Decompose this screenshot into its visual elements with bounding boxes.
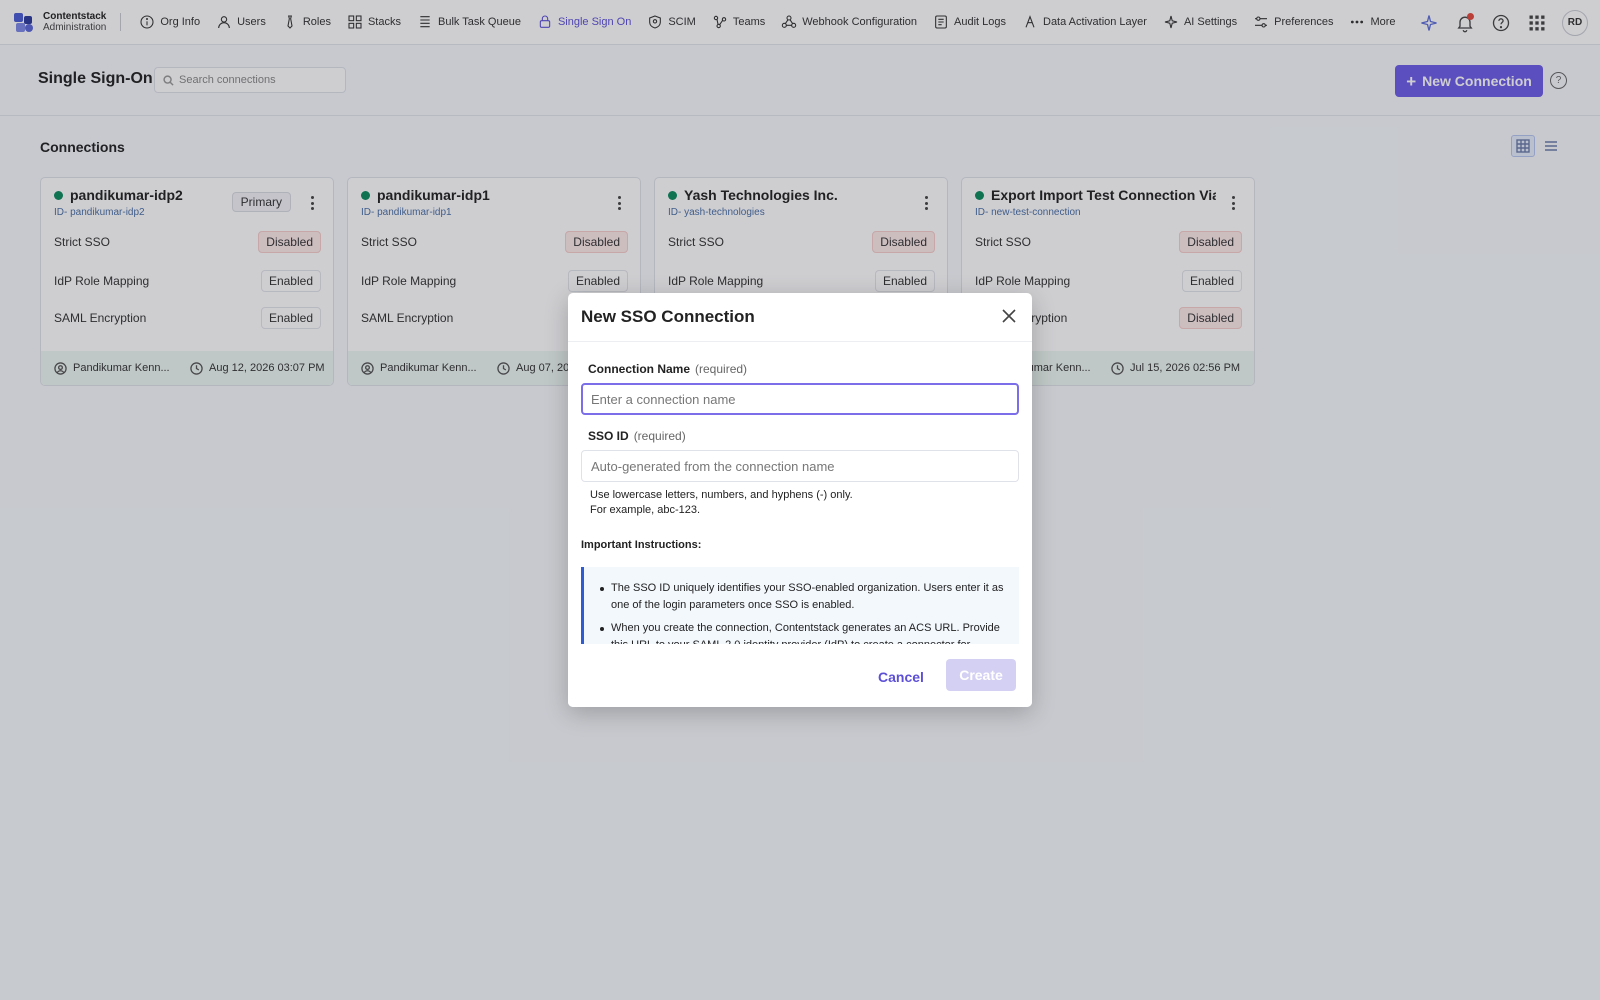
sso-id-input[interactable] (581, 450, 1019, 482)
sso-id-label: SSO ID (required) (588, 429, 686, 443)
instruction-item: When you create the connection, Contents… (600, 620, 1007, 644)
connection-name-input[interactable] (581, 383, 1019, 415)
sso-id-hint: Use lowercase letters, numbers, and hyph… (590, 488, 853, 518)
modal-footer: Cancel Create (568, 651, 1032, 707)
sso-id-label-text: SSO ID (588, 429, 629, 443)
create-button[interactable]: Create (946, 659, 1016, 691)
required-marker: (required) (633, 429, 686, 443)
close-icon (1002, 309, 1016, 323)
connection-name-label: Connection Name (required) (588, 362, 747, 376)
cancel-button[interactable]: Cancel (868, 661, 934, 693)
close-button[interactable] (1000, 307, 1018, 325)
instructions-title: Important Instructions: (581, 539, 702, 551)
instruction-item: The SSO ID uniquely identifies your SSO-… (600, 580, 1007, 614)
required-marker: (required) (695, 362, 748, 376)
modal-title: New SSO Connection (581, 307, 755, 326)
hint-line-2: For example, abc-123. (590, 504, 701, 516)
connection-name-label-text: Connection Name (588, 362, 691, 376)
new-sso-connection-modal: New SSO Connection Connection Name (requi… (568, 293, 1032, 707)
modal-header: New SSO Connection (568, 293, 1032, 342)
instructions-list: The SSO ID uniquely identifies your SSO-… (600, 580, 1007, 644)
instructions-box[interactable]: The SSO ID uniquely identifies your SSO-… (581, 567, 1019, 644)
hint-line-1: Use lowercase letters, numbers, and hyph… (590, 489, 853, 501)
